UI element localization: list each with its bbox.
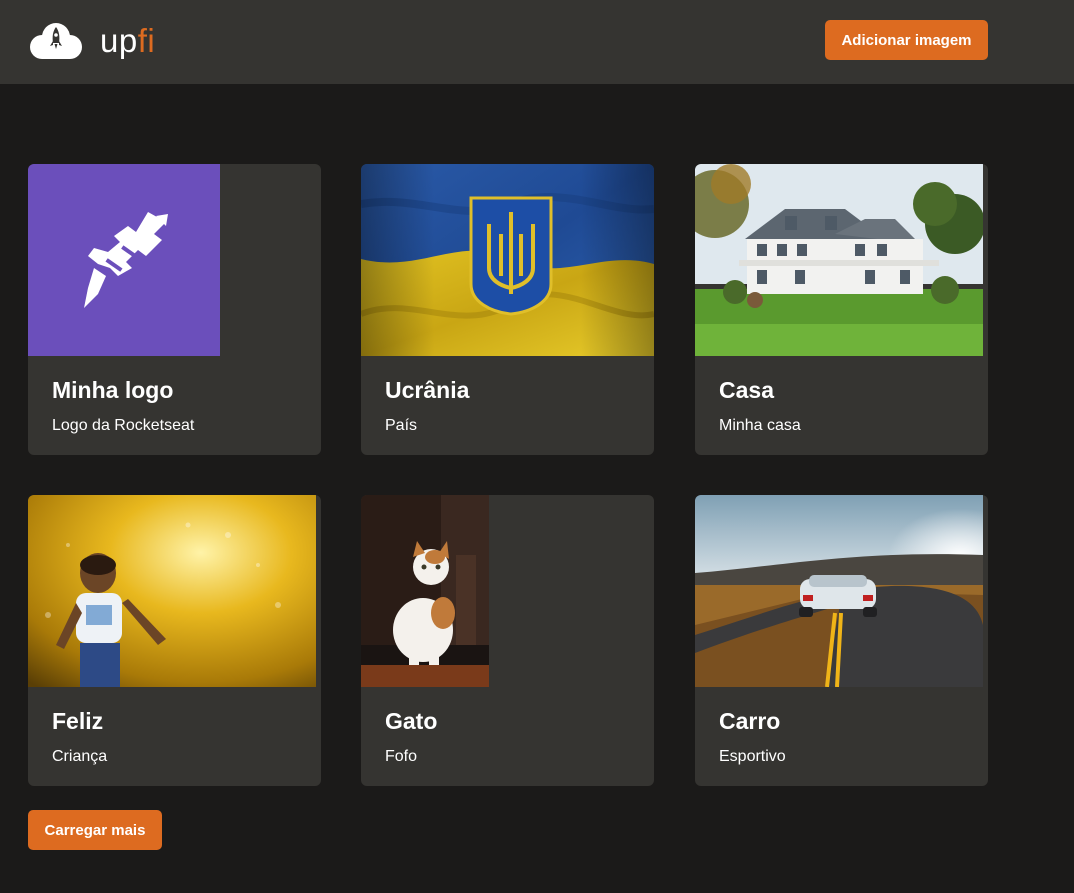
card-title: Casa [719, 377, 774, 403]
image-card[interactable]: Casa Minha casa [695, 164, 988, 455]
card-title: Carro [719, 708, 781, 734]
top-header: upfi Adicionar imagem [0, 0, 1074, 84]
load-more-button[interactable]: Carregar mais [28, 810, 162, 850]
card-image-car-photo[interactable] [695, 495, 983, 687]
trident-shield-icon [469, 196, 553, 316]
image-card[interactable]: Ucrânia País [361, 164, 654, 455]
card-title: Ucrânia [385, 377, 470, 403]
card-description: Criança [52, 748, 108, 765]
card-description: Fofo [385, 748, 418, 765]
logo-wordmark: upfi [100, 21, 155, 61]
logo-text-up: up [100, 22, 138, 59]
image-card[interactable]: Feliz Criança [28, 495, 321, 786]
app-logo[interactable]: upfi [28, 20, 155, 62]
card-title: Minha logo [52, 377, 174, 403]
card-image-rocketseat-logo[interactable] [28, 164, 220, 356]
cloud-rocket-icon: upfi [28, 21, 155, 61]
image-card[interactable]: Minha logo Logo da Rocketseat [28, 164, 321, 455]
add-image-button[interactable]: Adicionar imagem [825, 20, 988, 60]
logo-text-fi: fi [137, 22, 156, 59]
card-title: Feliz [52, 708, 104, 734]
rocket-icon [84, 212, 168, 308]
card-title: Gato [385, 708, 438, 734]
card-description: País [385, 417, 418, 434]
image-card[interactable]: Carro Esportivo [695, 495, 988, 786]
card-image-house-photo[interactable] [695, 164, 983, 356]
card-image-cat-photo[interactable] [361, 495, 489, 687]
card-description: Minha casa [719, 417, 801, 434]
card-description: Logo da Rocketseat [52, 417, 195, 434]
card-image-child-photo[interactable] [28, 495, 316, 687]
card-image-ukraine-flag[interactable] [361, 164, 654, 356]
card-description: Esportivo [719, 748, 786, 765]
image-card[interactable]: Gato Fofo [361, 495, 654, 786]
